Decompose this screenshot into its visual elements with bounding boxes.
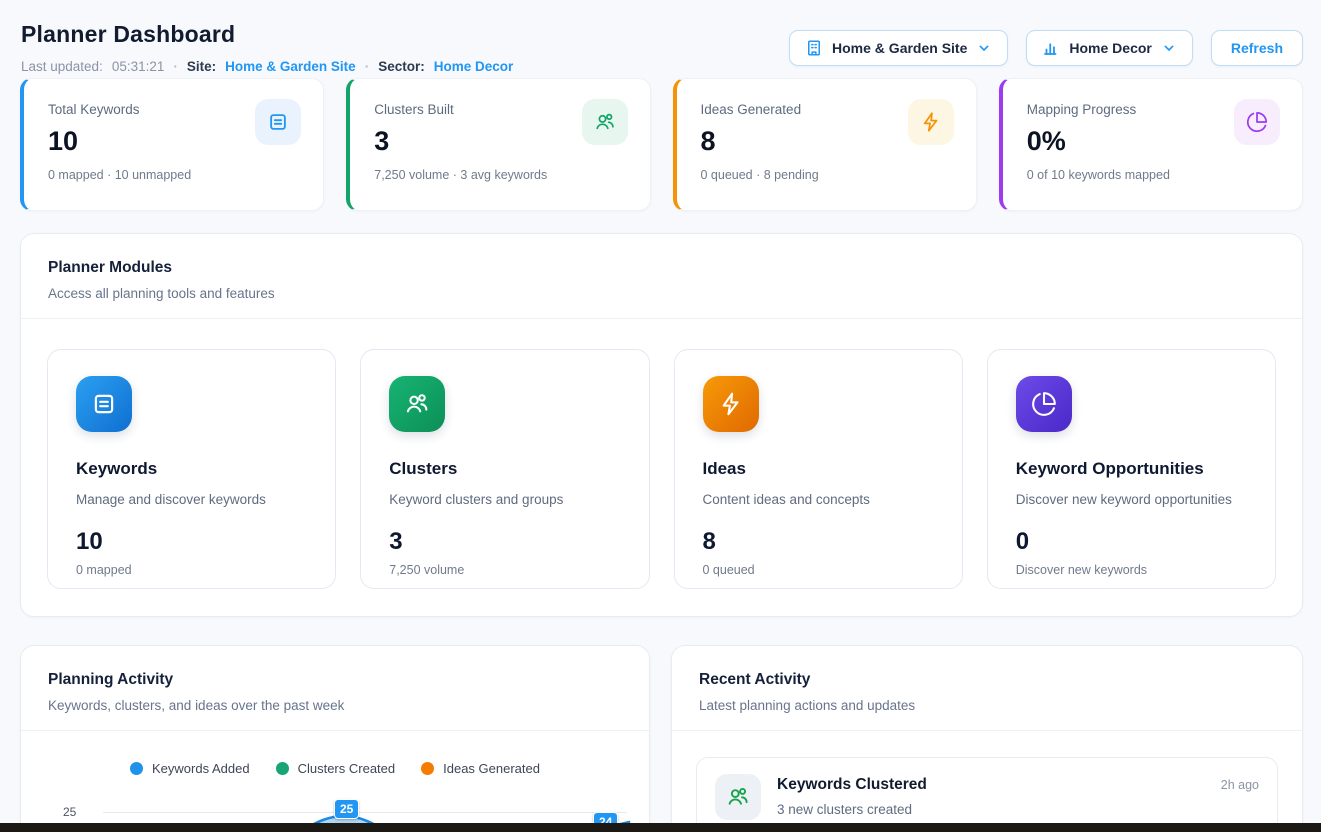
module-card-keywords[interactable]: Keywords Manage and discover keywords 10… [47, 349, 336, 589]
legend-label: Keywords Added [152, 761, 250, 776]
stats-row: Total Keywords 10 0 mapped · 10 unmapped… [20, 78, 1303, 211]
module-value: 10 [76, 528, 307, 556]
modules-grid: Keywords Manage and discover keywords 10… [21, 319, 1302, 589]
site-dropdown[interactable]: Home & Garden Site [789, 30, 1008, 66]
meta-separator: · [365, 59, 370, 74]
bottom-edge-bar [0, 823, 1321, 832]
module-sub: 7,250 volume [389, 563, 620, 577]
module-title: Ideas [703, 459, 934, 479]
module-title: Clusters [389, 459, 620, 479]
stat-card-mapping-progress: Mapping Progress 0% 0 of 10 keywords map… [999, 78, 1303, 211]
document-icon [76, 376, 132, 432]
lightning-icon [908, 99, 954, 145]
recent-activity-panel: Recent Activity Latest planning actions … [671, 645, 1303, 832]
module-card-ideas[interactable]: Ideas Content ideas and concepts 8 0 que… [674, 349, 963, 589]
module-description: Discover new keyword opportunities [1016, 492, 1247, 507]
sector-label: Sector: [378, 59, 425, 74]
legend-item-clusters-created: Clusters Created [276, 761, 396, 776]
recent-item-description: 3 new clusters created [777, 802, 927, 817]
document-icon [255, 99, 301, 145]
module-sub: Discover new keywords [1016, 563, 1247, 577]
module-description: Manage and discover keywords [76, 492, 307, 507]
module-title: Keyword Opportunities [1016, 459, 1247, 479]
pie-chart-icon [1016, 376, 1072, 432]
stat-card-ideas-generated: Ideas Generated 8 0 queued · 8 pending [673, 78, 977, 211]
stat-sub: 0 mapped · 10 unmapped [48, 168, 299, 182]
module-value: 8 [703, 528, 934, 556]
planner-modules-panel: Planner Modules Access all planning tool… [20, 233, 1303, 617]
sector-dropdown-label: Home Decor [1069, 40, 1151, 56]
users-icon [715, 774, 761, 820]
recent-activity-list: Keywords Clustered 3 new clusters create… [672, 731, 1302, 832]
activity-panel-head: Planning Activity Keywords, clusters, an… [21, 646, 649, 713]
legend-label: Ideas Generated [443, 761, 540, 776]
pie-chart-icon [1234, 99, 1280, 145]
recent-activity-item[interactable]: Keywords Clustered 3 new clusters create… [696, 757, 1278, 832]
module-title: Keywords [76, 459, 307, 479]
building-icon [805, 39, 823, 57]
sector-link[interactable]: Home Decor [434, 59, 514, 74]
bar-chart-icon [1042, 39, 1060, 57]
recent-item-timestamp: 2h ago [1221, 774, 1259, 792]
meta-separator: · [173, 59, 178, 74]
chevron-down-icon [976, 40, 992, 56]
module-value: 0 [1016, 528, 1247, 556]
last-updated-value: 05:31:21 [112, 59, 165, 74]
page-title: Planner Dashboard [21, 21, 235, 48]
legend-item-ideas-generated: Ideas Generated [421, 761, 540, 776]
users-icon [389, 376, 445, 432]
site-link[interactable]: Home & Garden Site [225, 59, 356, 74]
legend-item-keywords-added: Keywords Added [130, 761, 250, 776]
modules-panel-subtitle: Access all planning tools and features [48, 286, 1275, 301]
module-sub: 0 mapped [76, 563, 307, 577]
stat-card-clusters-built: Clusters Built 3 7,250 volume · 3 avg ke… [346, 78, 650, 211]
legend-dot-blue [130, 762, 143, 775]
module-card-keyword-opportunities[interactable]: Keyword Opportunities Discover new keywo… [987, 349, 1276, 589]
header-meta-row: Last updated: 05:31:21 · Site: Home & Ga… [21, 59, 513, 74]
chart-legend: Keywords Added Clusters Created Ideas Ge… [21, 761, 649, 776]
legend-dot-orange [421, 762, 434, 775]
last-updated-label: Last updated: [21, 59, 103, 74]
module-description: Keyword clusters and groups [389, 492, 620, 507]
modules-panel-head: Planner Modules Access all planning tool… [21, 234, 1302, 301]
planning-activity-panel: Planning Activity Keywords, clusters, an… [20, 645, 650, 832]
stat-sub: 0 of 10 keywords mapped [1027, 168, 1278, 182]
data-point-label: 25 [334, 799, 359, 819]
legend-dot-green [276, 762, 289, 775]
header-toolbar: Home & Garden Site Home Decor Refresh [789, 30, 1303, 66]
sector-dropdown[interactable]: Home Decor [1026, 30, 1192, 66]
modules-panel-title: Planner Modules [48, 259, 1275, 277]
site-label: Site: [187, 59, 216, 74]
legend-label: Clusters Created [298, 761, 396, 776]
activity-panel-subtitle: Keywords, clusters, and ideas over the p… [48, 698, 622, 713]
activity-panel-title: Planning Activity [48, 671, 622, 689]
recent-item-title: Keywords Clustered [777, 776, 927, 794]
recent-panel-head: Recent Activity Latest planning actions … [672, 646, 1302, 713]
users-icon [582, 99, 628, 145]
stat-sub: 7,250 volume · 3 avg keywords [374, 168, 625, 182]
divider [21, 730, 649, 731]
module-card-clusters[interactable]: Clusters Keyword clusters and groups 3 7… [360, 349, 649, 589]
site-dropdown-label: Home & Garden Site [832, 40, 967, 56]
recent-item-body: Keywords Clustered 3 new clusters create… [777, 774, 927, 817]
module-value: 3 [389, 528, 620, 556]
lightning-icon [703, 376, 759, 432]
module-description: Content ideas and concepts [703, 492, 934, 507]
module-sub: 0 queued [703, 563, 934, 577]
recent-panel-title: Recent Activity [699, 671, 1275, 689]
recent-panel-subtitle: Latest planning actions and updates [699, 698, 1275, 713]
planner-dashboard-screen: Planner Dashboard Last updated: 05:31:21… [0, 0, 1321, 832]
stat-card-total-keywords: Total Keywords 10 0 mapped · 10 unmapped [20, 78, 324, 211]
refresh-button[interactable]: Refresh [1211, 30, 1303, 66]
chevron-down-icon [1161, 40, 1177, 56]
stat-sub: 0 queued · 8 pending [701, 168, 952, 182]
